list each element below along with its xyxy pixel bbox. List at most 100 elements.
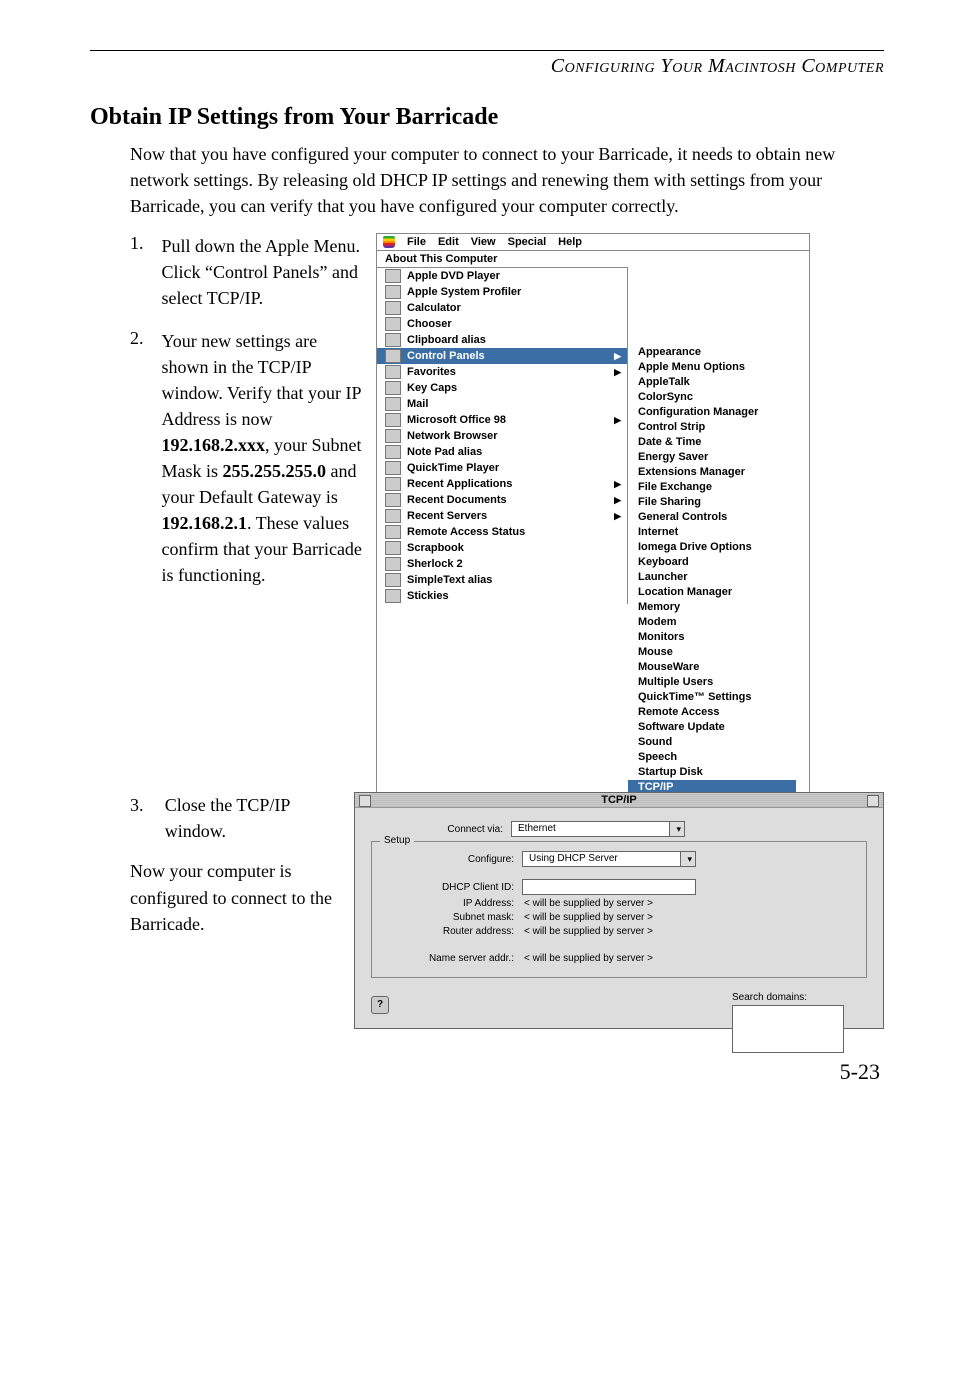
apple-menu-item-label: Apple DVD Player (407, 270, 500, 282)
step-2: 2. Your new settings are shown in the TC… (130, 328, 366, 589)
apple-menu-item[interactable]: Remote Access Status (377, 524, 627, 540)
menu-edit[interactable]: Edit (438, 236, 459, 248)
step-2-mask: 255.255.255.0 (223, 461, 327, 481)
configure-select[interactable]: Using DHCP Server (522, 851, 696, 867)
apple-menu-item[interactable]: SimpleText alias (377, 572, 627, 588)
apple-menu-item[interactable]: Sherlock 2 (377, 556, 627, 572)
apple-menu-item-label: Remote Access Status (407, 526, 525, 538)
apple-menu-item[interactable]: Clipboard alias (377, 332, 627, 348)
menu-special[interactable]: Special (508, 236, 547, 248)
apple-menu-item[interactable]: Recent Servers (377, 508, 627, 524)
tcpip-title-text: TCP/IP (601, 794, 636, 806)
control-panel-item[interactable]: Launcher (628, 570, 796, 585)
apple-menu-item[interactable]: Scrapbook (377, 540, 627, 556)
app-icon (385, 493, 401, 507)
apple-menu-item[interactable]: Apple System Profiler (377, 284, 627, 300)
close-icon[interactable] (359, 795, 371, 807)
intro-paragraph: Now that you have configured your comput… (130, 141, 884, 219)
apple-menu: Apple DVD Player Apple System ProfilerCal… (377, 268, 628, 604)
control-panel-item[interactable]: Modem (628, 615, 796, 630)
search-domains-group: Search domains: (732, 992, 844, 1053)
control-panel-item[interactable]: Extensions Manager (628, 465, 796, 480)
apple-menu-item[interactable]: Apple DVD Player (377, 268, 627, 284)
control-panel-item[interactable]: Appearance (628, 345, 796, 360)
apple-menu-item[interactable]: Network Browser (377, 428, 627, 444)
control-panel-item[interactable]: Memory (628, 600, 796, 615)
app-icon (385, 429, 401, 443)
apple-menu-item-label: Key Caps (407, 382, 457, 394)
control-panel-item[interactable]: Energy Saver (628, 450, 796, 465)
control-panel-item[interactable]: MouseWare (628, 660, 796, 675)
connect-via-label: Connect via: (371, 824, 511, 835)
control-panel-item[interactable]: File Exchange (628, 480, 796, 495)
mac-menubar: File Edit View Special Help (377, 234, 809, 251)
control-panel-item[interactable]: QuickTime™ Settings (628, 690, 796, 705)
control-panel-item[interactable]: Iomega Drive Options (628, 540, 796, 555)
control-panel-item[interactable]: General Controls (628, 510, 796, 525)
connect-via-select[interactable]: Ethernet (511, 821, 685, 837)
control-panel-item[interactable]: Mouse (628, 645, 796, 660)
control-panel-item[interactable]: Control Strip (628, 420, 796, 435)
apple-menu-item[interactable]: Calculator (377, 300, 627, 316)
app-icon (385, 301, 401, 315)
step-2-num: 2. (130, 328, 144, 589)
menu-help[interactable]: Help (558, 236, 582, 248)
apple-menu-item[interactable]: Chooser (377, 316, 627, 332)
menu-view[interactable]: View (471, 236, 496, 248)
app-icon (385, 333, 401, 347)
control-panel-item[interactable]: Startup Disk (628, 765, 796, 780)
app-icon (385, 573, 401, 587)
control-panel-item[interactable]: Sound (628, 735, 796, 750)
control-panel-item[interactable]: AppleTalk (628, 375, 796, 390)
control-panel-item[interactable]: Speech (628, 750, 796, 765)
apple-menu-item[interactable]: Recent Applications (377, 476, 627, 492)
apple-menu-item[interactable]: Recent Documents (377, 492, 627, 508)
step-2-ip: 192.168.2.xxx (162, 435, 266, 455)
apple-menu-item[interactable]: QuickTime Player (377, 460, 627, 476)
dhcp-client-label: DHCP Client ID: (382, 882, 522, 893)
apple-logo-icon[interactable] (383, 236, 395, 248)
apple-menu-item[interactable]: Mail (377, 396, 627, 412)
subnet-label: Subnet mask: (382, 912, 522, 923)
control-panel-item[interactable]: Software Update (628, 720, 796, 735)
apple-menu-item[interactable]: Favorites (377, 364, 627, 380)
control-panel-item[interactable]: Keyboard (628, 555, 796, 570)
apple-menu-item-label: Recent Applications (407, 478, 512, 490)
control-panels-submenu: AppearanceApple Menu OptionsAppleTalkCol… (628, 345, 796, 795)
menu-file[interactable]: File (407, 236, 426, 248)
step-3-text: Close the TCP/IP window. (165, 792, 342, 844)
about-this-computer[interactable]: About This Computer (377, 251, 628, 268)
control-panel-item[interactable]: Remote Access (628, 705, 796, 720)
apple-menu-item[interactable]: Stickies (377, 588, 627, 604)
step-1: 1. Pull down the Apple Menu. Click “Cont… (130, 233, 366, 311)
dhcp-client-input[interactable] (522, 879, 696, 895)
control-panel-item[interactable]: Location Manager (628, 585, 796, 600)
app-icon (385, 541, 401, 555)
control-panel-item[interactable]: Multiple Users (628, 675, 796, 690)
apple-menu-item[interactable]: Microsoft Office 98 (377, 412, 627, 428)
info-button[interactable]: ? (371, 996, 389, 1014)
control-panel-item[interactable]: Date & Time (628, 435, 796, 450)
control-panel-item[interactable]: Internet (628, 525, 796, 540)
nameserver-value: < will be supplied by server > (522, 953, 653, 964)
tcpip-titlebar: TCP/IP (355, 793, 883, 808)
search-domains-label: Search domains: (732, 992, 844, 1003)
screenshot-apple-menu: File Edit View Special Help About This C… (376, 233, 810, 796)
configure-label: Configure: (382, 854, 522, 865)
step-2-gw: 192.168.2.1 (162, 513, 248, 533)
control-panel-item[interactable]: Configuration Manager (628, 405, 796, 420)
app-icon (385, 317, 401, 331)
apple-menu-item[interactable]: Key Caps (377, 380, 627, 396)
apple-menu-item-label: Scrapbook (407, 542, 464, 554)
apple-menu-item[interactable]: Control Panels (377, 348, 627, 364)
apple-menu-item[interactable]: Note Pad alias (377, 444, 627, 460)
control-panel-item[interactable]: File Sharing (628, 495, 796, 510)
zoom-icon[interactable] (867, 795, 879, 807)
ip-address-label: IP Address: (382, 898, 522, 909)
app-icon (385, 525, 401, 539)
control-panel-item[interactable]: Apple Menu Options (628, 360, 796, 375)
control-panel-item[interactable]: Monitors (628, 630, 796, 645)
search-domains-input[interactable] (732, 1005, 844, 1053)
conclusion: Now your computer is configured to conne… (130, 858, 342, 936)
control-panel-item[interactable]: ColorSync (628, 390, 796, 405)
